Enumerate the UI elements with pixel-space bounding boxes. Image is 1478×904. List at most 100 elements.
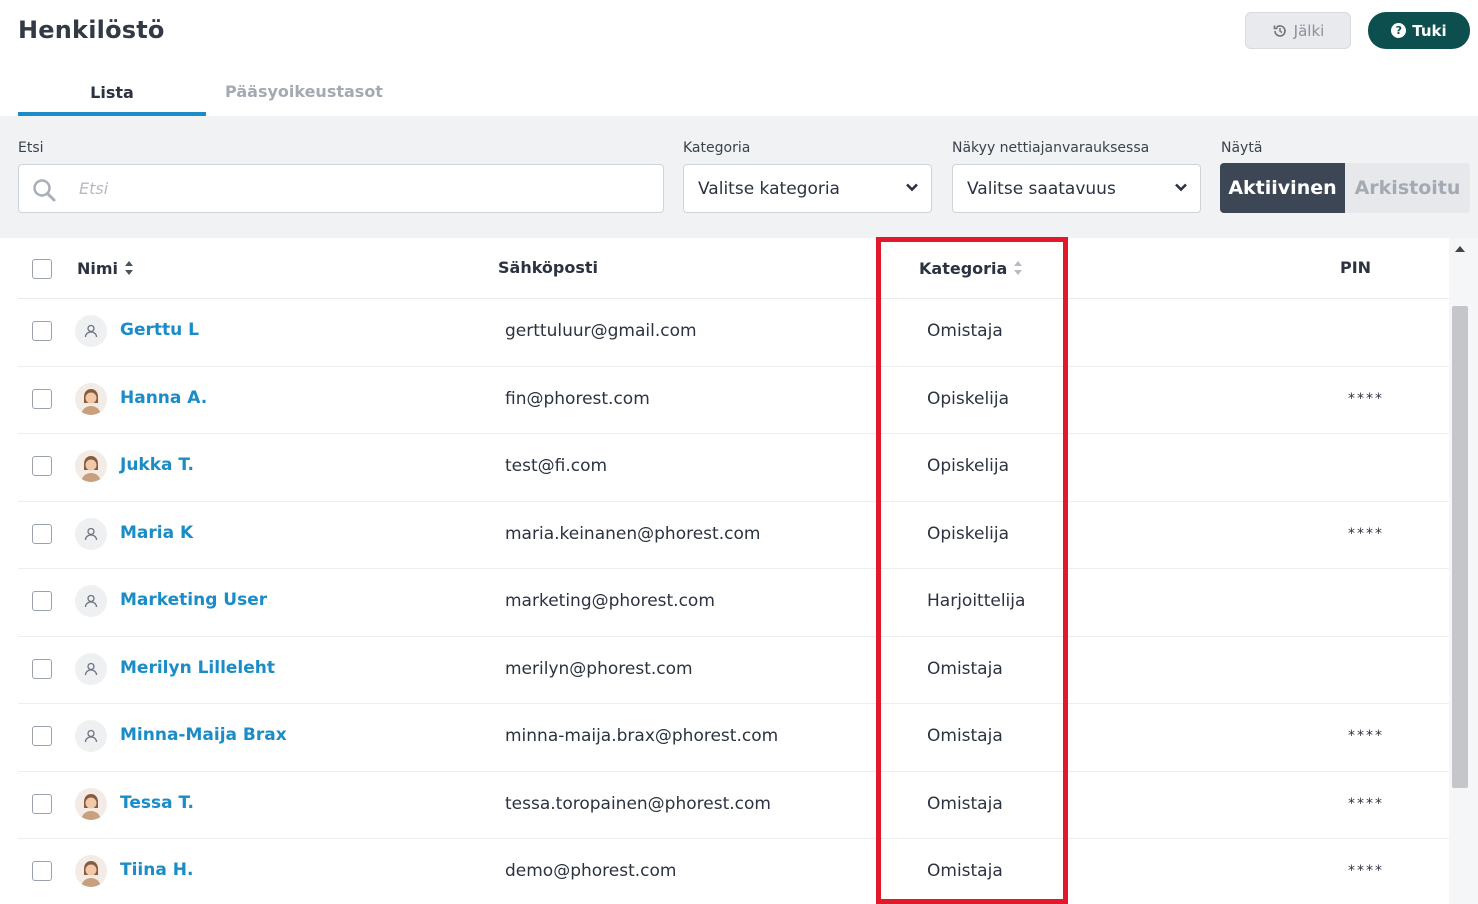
toggle-archived[interactable]: Arkistoitu: [1345, 163, 1470, 213]
staff-name-link[interactable]: Maria K: [120, 523, 193, 543]
table-row[interactable]: Tessa T. tessa.toropainen@phorest.com Omis…: [18, 772, 1449, 839]
column-header-email: Sähköposti: [498, 258, 598, 277]
staff-category: Omistaja: [927, 658, 1003, 679]
filter-bar: Etsi Kategoria Valitse kategoria Näkyy n…: [0, 116, 1478, 238]
table-row[interactable]: Maria K maria.keinanen@phorest.com Opiskel…: [18, 502, 1449, 569]
staff-pin: ****: [1348, 390, 1384, 407]
row-checkbox[interactable]: [32, 861, 52, 881]
show-filter-label: Näytä: [1221, 140, 1263, 156]
search-box[interactable]: [18, 164, 664, 213]
avatar: [75, 720, 107, 752]
avatar: [75, 450, 107, 482]
staff-name-link[interactable]: Marketing User: [120, 590, 267, 610]
search-label: Etsi: [18, 140, 44, 156]
staff-name-link[interactable]: Minna-Maija Brax: [120, 725, 287, 745]
row-checkbox[interactable]: [32, 388, 52, 409]
select-all-checkbox[interactable]: [32, 259, 52, 279]
staff-category: Omistaja: [927, 321, 1003, 341]
sort-icon: [125, 261, 134, 275]
availability-select-value: Valitse saatavuus: [967, 178, 1116, 199]
row-checkbox[interactable]: [32, 456, 52, 476]
staff-category: Opiskelija: [927, 388, 1010, 409]
avatar: [75, 517, 107, 550]
table-row[interactable]: Gerttu L gerttuluur@gmail.com Omistaja: [18, 299, 1449, 367]
staff-category: Omistaja: [927, 793, 1003, 814]
tab-list[interactable]: Lista: [18, 70, 206, 116]
table-row[interactable]: Hanna A. fin@phorest.com Opiskelija ****: [18, 367, 1449, 434]
availability-select[interactable]: Valitse saatavuus: [952, 164, 1201, 213]
user-placeholder-icon: [84, 729, 98, 743]
staff-email: minna-maija.brax@phorest.com: [505, 726, 779, 746]
category-select-value: Valitse kategoria: [698, 178, 840, 199]
tab-access-levels[interactable]: Pääsyoikeustasot: [206, 70, 402, 116]
chevron-down-icon: [906, 183, 918, 192]
staff-name-link[interactable]: Tessa T.: [120, 793, 194, 813]
table-row[interactable]: Marketing User marketing@phorest.com Harjo…: [18, 569, 1449, 637]
user-placeholder-icon: [84, 594, 98, 608]
staff-email: marketing@phorest.com: [505, 591, 715, 611]
search-input[interactable]: [79, 165, 639, 212]
vertical-scrollbar[interactable]: [1449, 238, 1478, 904]
table-row[interactable]: Jukka T. test@fi.com Opiskelija: [18, 434, 1449, 502]
staff-category: Opiskelija: [927, 456, 1010, 476]
history-icon: [1273, 24, 1286, 37]
staff-email: maria.keinanen@phorest.com: [505, 523, 761, 544]
staff-name-link[interactable]: Merilyn Lilleleht: [120, 658, 275, 678]
avatar: [75, 585, 107, 617]
column-header-name[interactable]: Nimi: [77, 258, 134, 278]
staff-email: fin@phorest.com: [505, 388, 650, 409]
history-button[interactable]: Jälki: [1245, 12, 1351, 49]
staff-email: tessa.toropainen@phorest.com: [505, 793, 771, 814]
column-header-category[interactable]: Kategoria: [919, 258, 1023, 278]
column-header-pin-label: PIN: [1340, 258, 1372, 277]
availability-filter-label: Näkyy nettiajanvarauksessa: [952, 140, 1150, 156]
staff-table: Nimi Sähköposti Kategoria PIN Gerttu L ge…: [18, 238, 1449, 904]
avatar: [75, 382, 107, 415]
staff-pin: ****: [1348, 795, 1384, 812]
scroll-thumb[interactable]: [1452, 306, 1468, 788]
table-header: Nimi Sähköposti Kategoria PIN: [18, 238, 1449, 299]
user-photo-icon: [75, 787, 107, 820]
support-button-label: Tuki: [1412, 21, 1447, 40]
column-header-pin: PIN: [1340, 258, 1371, 277]
row-checkbox[interactable]: [32, 523, 52, 544]
toggle-active[interactable]: Aktiivinen: [1220, 163, 1345, 213]
staff-email: gerttuluur@gmail.com: [505, 321, 697, 341]
status-toggle: Aktiivinen Arkistoitu: [1220, 163, 1470, 213]
table-row[interactable]: Tiina H. demo@phorest.com Omistaja ****: [18, 839, 1449, 904]
staff-name-link[interactable]: Tiina H.: [120, 860, 193, 880]
staff-category: Omistaja: [927, 726, 1003, 746]
staff-name-link[interactable]: Gerttu L: [120, 320, 199, 340]
staff-email: test@fi.com: [505, 456, 608, 476]
page-title: Henkilöstö: [18, 16, 165, 44]
column-header-name-label: Nimi: [77, 258, 119, 278]
user-placeholder-icon: [84, 324, 98, 338]
search-icon: [33, 179, 56, 202]
user-placeholder-icon: [84, 662, 98, 675]
support-button[interactable]: ? Tuki: [1368, 12, 1470, 49]
row-checkbox[interactable]: [32, 726, 52, 746]
history-button-label: Jälki: [1293, 21, 1325, 40]
row-checkbox[interactable]: [32, 321, 52, 341]
column-header-email-label: Sähköposti: [498, 258, 599, 277]
avatar: [75, 652, 107, 685]
user-placeholder-icon: [84, 527, 98, 540]
chevron-down-icon: [1175, 183, 1187, 192]
row-checkbox[interactable]: [32, 793, 52, 814]
staff-pin: ****: [1348, 728, 1384, 744]
category-select[interactable]: Valitse kategoria: [683, 164, 932, 213]
question-icon: ?: [1391, 23, 1407, 38]
avatar: [75, 315, 107, 347]
avatar: [75, 855, 107, 887]
column-header-category-label: Kategoria: [919, 258, 1008, 278]
user-photo-icon: [75, 450, 107, 482]
staff-name-link[interactable]: Jukka T.: [120, 455, 194, 475]
avatar: [75, 787, 107, 820]
table-row[interactable]: Merilyn Lilleleht merilyn@phorest.com Omis…: [18, 637, 1449, 704]
row-checkbox[interactable]: [32, 591, 52, 611]
staff-name-link[interactable]: Hanna A.: [120, 388, 207, 408]
row-checkbox[interactable]: [32, 658, 52, 679]
tabs: Lista Pääsyoikeustasot: [18, 70, 402, 116]
scroll-up-arrow-icon[interactable]: [1455, 246, 1465, 252]
table-row[interactable]: Minna-Maija Brax minna-maija.brax@phorest…: [18, 704, 1449, 772]
